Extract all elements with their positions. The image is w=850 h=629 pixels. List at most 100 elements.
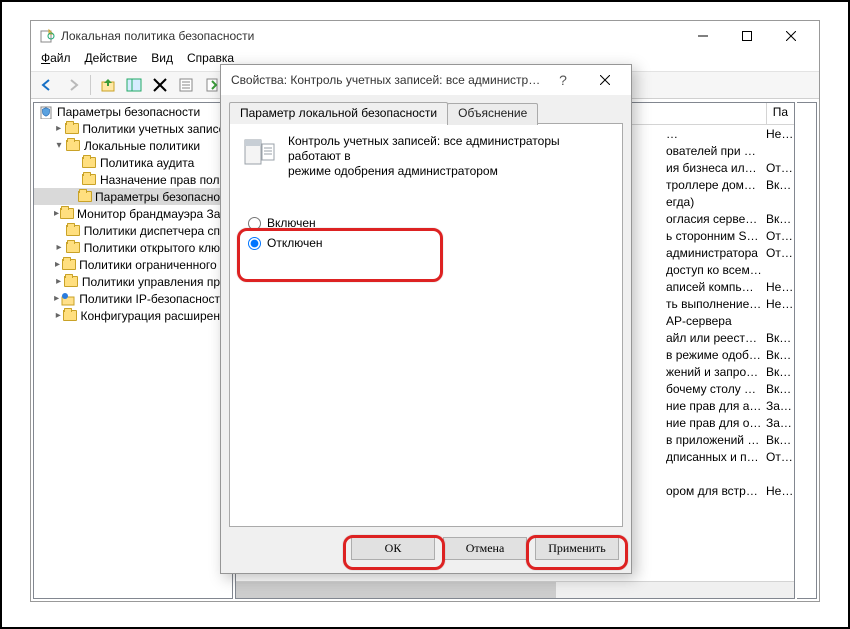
policy-value-cell: Вк… <box>762 348 794 362</box>
tree-item-label: Локальные политики <box>84 139 200 153</box>
policy-value-cell: Вк… <box>762 433 794 447</box>
show-hide-tree-button[interactable] <box>122 73 146 97</box>
tab-explain[interactable]: Объяснение <box>447 103 538 125</box>
tree-item[interactable]: ▸ Политики управления пр… <box>34 273 232 290</box>
radio-disabled-input[interactable] <box>248 237 261 250</box>
maximize-button[interactable] <box>725 22 769 50</box>
folder-icon <box>81 155 97 171</box>
policy-value-cell: От… <box>762 246 794 260</box>
cancel-button[interactable]: Отмена <box>443 537 527 560</box>
tree-root[interactable]: Параметры безопасности <box>34 103 232 120</box>
folder-icon <box>63 308 77 324</box>
expand-icon[interactable]: ▸ <box>54 242 64 253</box>
up-button[interactable] <box>96 73 120 97</box>
tree-item[interactable]: Политика аудита <box>34 154 232 171</box>
tree-item-label: Политики управления пр… <box>82 275 232 289</box>
radio-enabled[interactable]: Включен <box>248 213 604 233</box>
ip-policy-icon <box>60 291 76 307</box>
tree-item[interactable]: Назначение прав пол… <box>34 171 232 188</box>
folder-icon <box>65 223 81 239</box>
policy-value-cell: За… <box>762 416 794 430</box>
policy-icon <box>242 134 276 179</box>
folder-icon <box>78 189 92 205</box>
policy-value-cell: Не… <box>762 280 794 294</box>
help-button[interactable]: ? <box>543 72 583 88</box>
tab-page: Контроль учетных записей: все администра… <box>229 123 623 527</box>
tree-item[interactable]: ▸ Политики учетных записей <box>34 120 232 137</box>
folder-icon <box>81 172 97 188</box>
menu-view[interactable]: Вид <box>151 51 173 71</box>
dialog-titlebar: Свойства: Контроль учетных записей: все … <box>221 65 631 95</box>
tree-pane[interactable]: Параметры безопасности ▸ Политики учетных … <box>33 102 233 599</box>
policy-value-cell: Не… <box>762 127 794 141</box>
app-icon <box>39 28 55 44</box>
policy-value-cell: От… <box>762 161 794 175</box>
tree-item-label: Политики учетных записей <box>82 122 232 136</box>
tree-item[interactable]: ▾ Локальные политики <box>34 137 232 154</box>
expand-icon[interactable]: ▸ <box>54 310 62 321</box>
tab-local-security[interactable]: Параметр локальной безопасности <box>229 102 448 124</box>
folder-icon <box>64 274 79 290</box>
tree-item-label: Политики открытого клю… <box>84 241 232 255</box>
folder-icon <box>62 257 76 273</box>
tree-item-label: Политики диспетчера сп… <box>84 224 232 238</box>
back-button[interactable] <box>35 73 59 97</box>
tree-item[interactable]: ▸ Политики открытого клю… <box>34 239 232 256</box>
properties-button[interactable] <box>174 73 198 97</box>
dialog-buttons: ОК Отмена Применить <box>221 527 631 570</box>
dialog-title: Свойства: Контроль учетных записей: все … <box>231 73 543 87</box>
close-button[interactable] <box>769 22 813 50</box>
menu-action[interactable]: Действие <box>85 51 138 71</box>
folder-icon <box>65 138 81 154</box>
tree-item-label: Конфигурация расширен… <box>80 309 232 323</box>
expand-icon[interactable]: ▸ <box>54 208 59 219</box>
expand-icon[interactable]: ▸ <box>54 259 61 270</box>
expand-icon[interactable]: ▾ <box>54 140 64 151</box>
policy-description: Контроль учетных записей: все администра… <box>288 134 610 179</box>
radio-enabled-input[interactable] <box>248 217 261 230</box>
policy-value-cell: Вк… <box>762 382 794 396</box>
policy-value-cell: Не… <box>762 297 794 311</box>
delete-button[interactable] <box>148 73 172 97</box>
forward-button[interactable] <box>61 73 85 97</box>
mmc-title: Локальная политика безопасности <box>61 29 681 43</box>
folder-icon <box>65 240 81 256</box>
policy-value-cell: Вк… <box>762 365 794 379</box>
apply-button[interactable]: Применить <box>535 537 619 560</box>
policy-value-cell: Вк… <box>762 212 794 226</box>
mmc-titlebar: Локальная политика безопасности <box>31 21 819 51</box>
shield-icon <box>38 104 54 120</box>
radio-enabled-label: Включен <box>267 216 316 230</box>
toolbar-separator <box>90 75 91 95</box>
tree-item[interactable]: ▸ Конфигурация расширен… <box>34 307 232 324</box>
dialog-close-button[interactable] <box>583 66 627 94</box>
tree-item[interactable]: ▸ Политики ограниченного … <box>34 256 232 273</box>
minimize-button[interactable] <box>681 22 725 50</box>
tree-root-label: Параметры безопасности <box>57 105 200 119</box>
tree-item[interactable]: Параметры безопасно… <box>34 188 232 205</box>
list-column-value[interactable]: Па <box>766 103 794 124</box>
policy-value-cell: Вк… <box>762 331 794 345</box>
ok-button[interactable]: ОК <box>351 537 435 560</box>
expand-icon[interactable]: ▸ <box>54 276 63 287</box>
tree-item-label: Параметры безопасно… <box>95 190 232 204</box>
policy-value-cell: От… <box>762 450 794 464</box>
folder-icon <box>64 121 79 137</box>
policy-value-cell: За… <box>762 399 794 413</box>
folder-icon <box>60 206 74 222</box>
tree-item-label: Политика аудита <box>100 156 194 170</box>
tree-item-label: Политики ограниченного … <box>79 258 232 272</box>
tree-item[interactable]: Политики диспетчера сп… <box>34 222 232 239</box>
horizontal-scrollbar[interactable] <box>236 581 794 598</box>
radio-disabled[interactable]: Отключен <box>248 233 604 253</box>
tree-item-label: Политики IP-безопасност… <box>79 292 232 306</box>
menu-file[interactable]: Фdocument.currentScript.previousElementS… <box>41 51 71 71</box>
tree-item[interactable]: ▸ Политики IP-безопасност… <box>34 290 232 307</box>
actions-pane <box>797 102 817 599</box>
tree-item-label: Монитор брандмауэра За… <box>77 207 232 221</box>
tree-item[interactable]: ▸ Монитор брандмауэра За… <box>34 205 232 222</box>
expand-icon[interactable]: ▸ <box>54 123 63 134</box>
policy-value-cell: Вк… <box>762 178 794 192</box>
radio-disabled-label: Отключен <box>267 236 323 250</box>
expand-icon[interactable]: ▸ <box>54 293 59 304</box>
